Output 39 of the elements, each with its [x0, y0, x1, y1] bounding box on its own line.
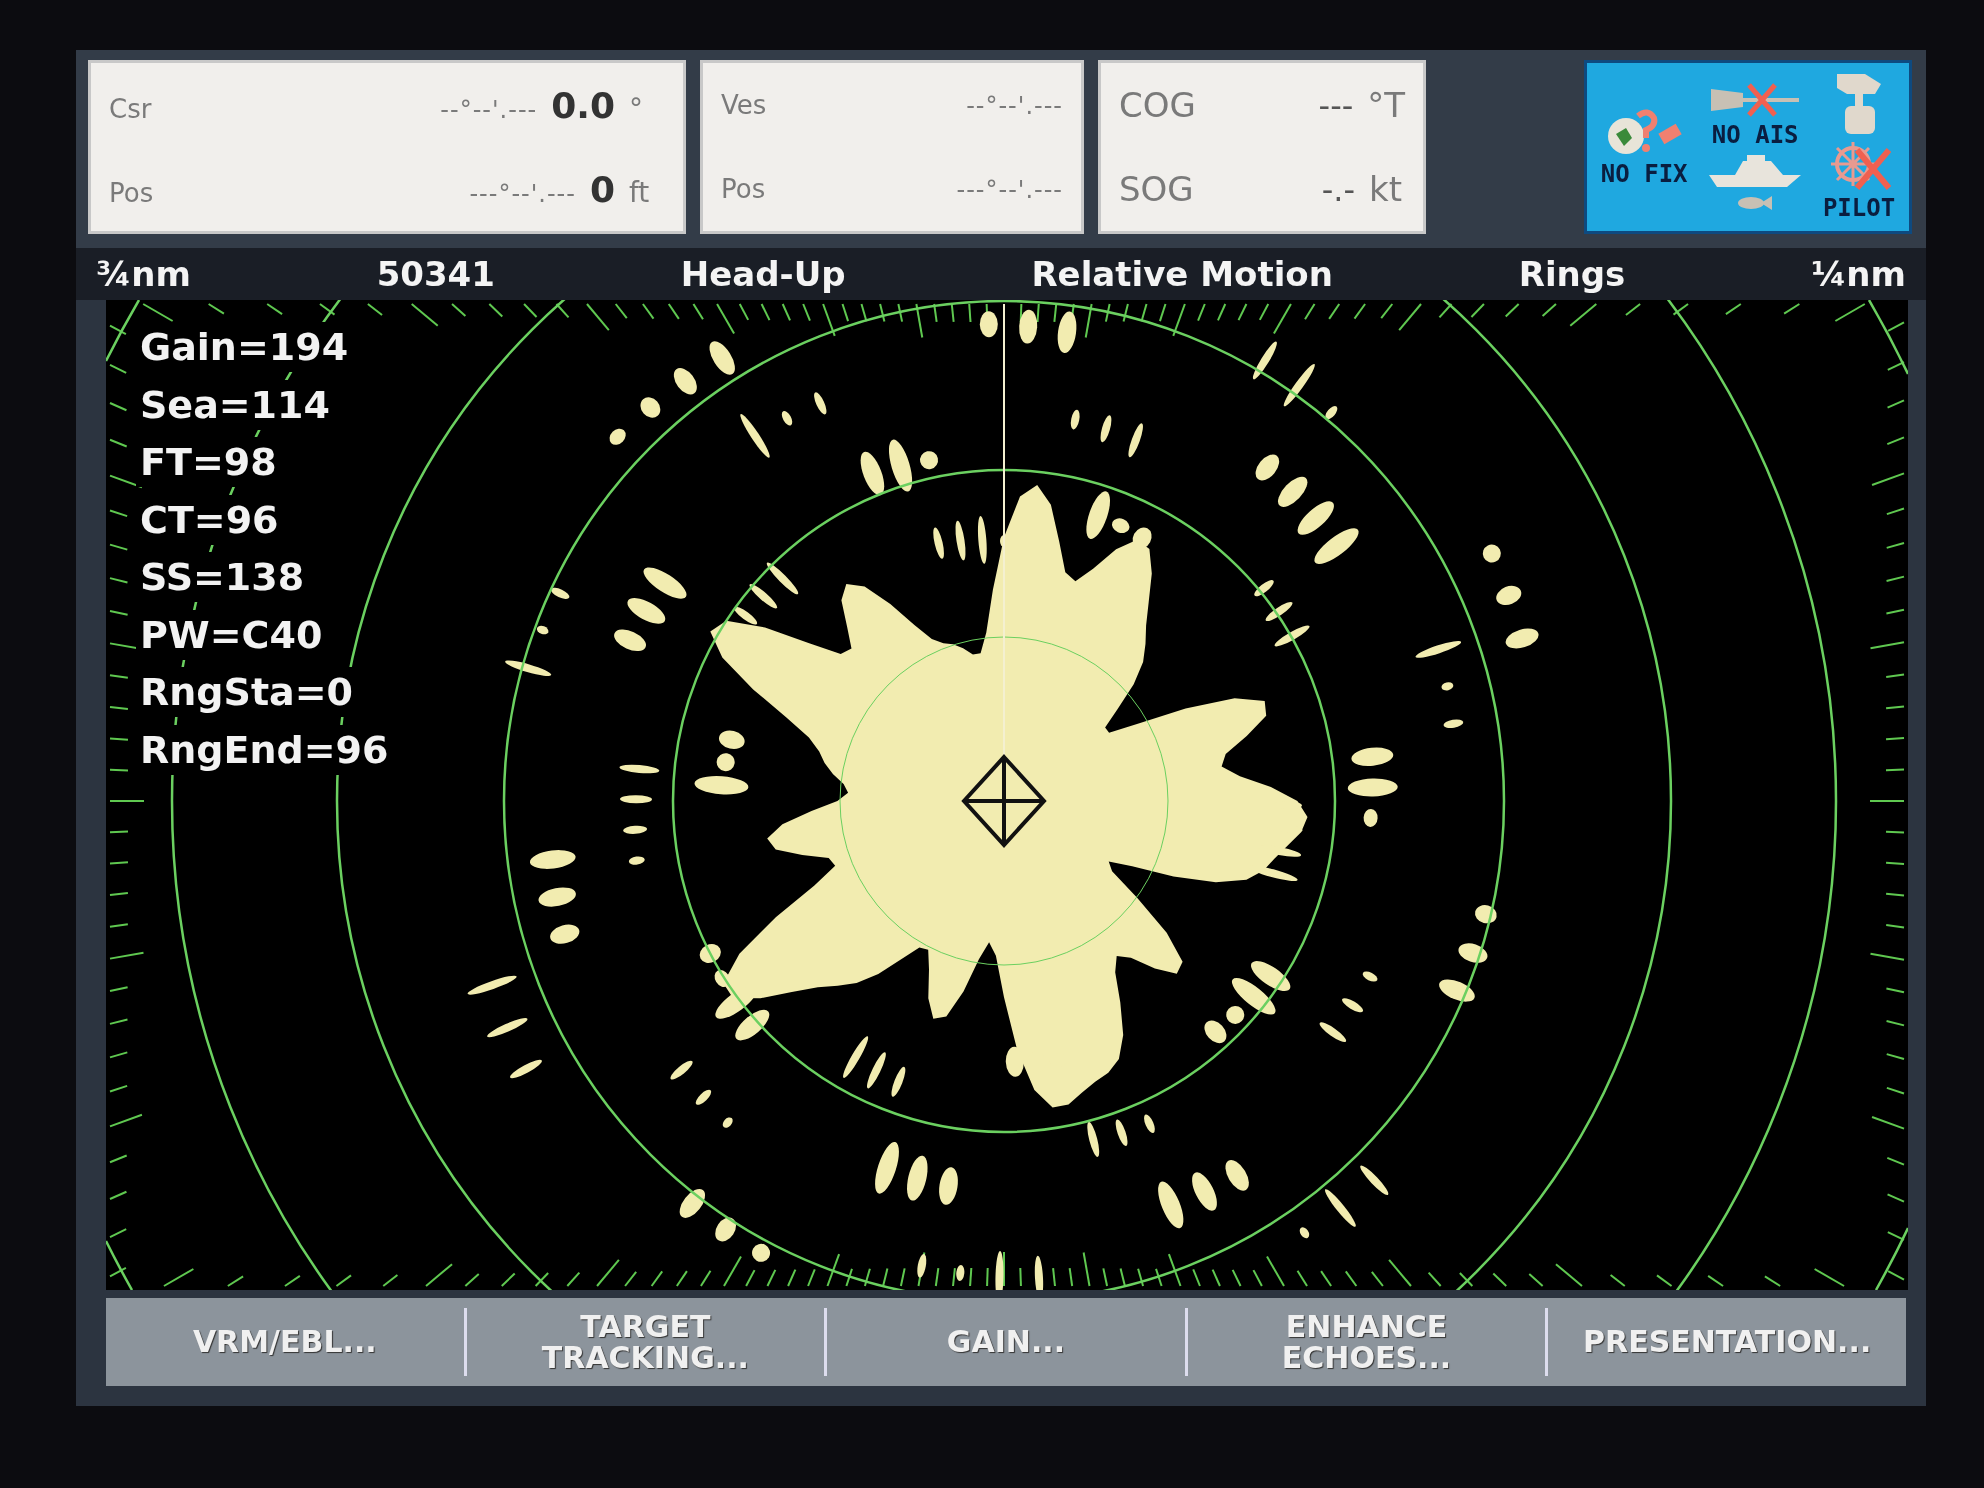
field-label: Pos: [109, 177, 155, 208]
field-value: ---: [1318, 87, 1354, 125]
status-label: NO AIS: [1711, 121, 1799, 149]
field-value: -.-: [1321, 171, 1355, 209]
ring-spacing: ¼nm: [1811, 254, 1906, 294]
field-label: SOG: [1119, 169, 1195, 209]
field-label: Csr: [109, 93, 153, 124]
unit-label: ft: [629, 175, 651, 209]
softkey-button[interactable]: PRESENTATION...: [1548, 1298, 1906, 1386]
position-value: ---°--'.---: [468, 179, 576, 208]
status-label: NO FIX: [1600, 160, 1688, 188]
unit-label: kt: [1369, 169, 1404, 209]
motion-mode: Relative Motion: [1031, 254, 1333, 294]
rings-label: Rings: [1518, 254, 1626, 294]
softkey-button[interactable]: VRM/EBL...: [106, 1298, 464, 1386]
position-value: --°--'.---: [439, 95, 538, 124]
field-label: Ves: [721, 90, 768, 120]
field-value: 0: [589, 168, 615, 210]
unit-label: °: [629, 91, 644, 125]
field-label: COG: [1119, 85, 1197, 125]
unit-label: °T: [1367, 85, 1405, 125]
range-label: ¾nm: [96, 254, 191, 294]
orientation-mode: Head-Up: [680, 254, 846, 294]
fish-icon: [1737, 195, 1774, 211]
transducer-icon: [1835, 72, 1883, 136]
crosshair-icon: [961, 754, 1047, 848]
range-ring-arc: [1874, 1227, 1908, 1290]
range-ring-arc: [106, 1240, 134, 1290]
status-label: PILOT: [1822, 194, 1896, 222]
softkey-button[interactable]: TARGET TRACKING...: [466, 1298, 825, 1386]
range-ring-arc: [106, 300, 141, 362]
softkey-button[interactable]: ENHANCE ECHOES...: [1187, 1298, 1546, 1386]
position-value: --°--'.---: [965, 92, 1063, 120]
counter-value: 50341: [376, 254, 495, 294]
field-label: Pos: [721, 174, 767, 204]
position-value: ---°--'.---: [955, 176, 1063, 204]
field-value: 0.0: [551, 84, 615, 126]
antenna-crossed-icon: [1709, 83, 1802, 117]
softkey-button[interactable]: GAIN...: [827, 1298, 1185, 1386]
